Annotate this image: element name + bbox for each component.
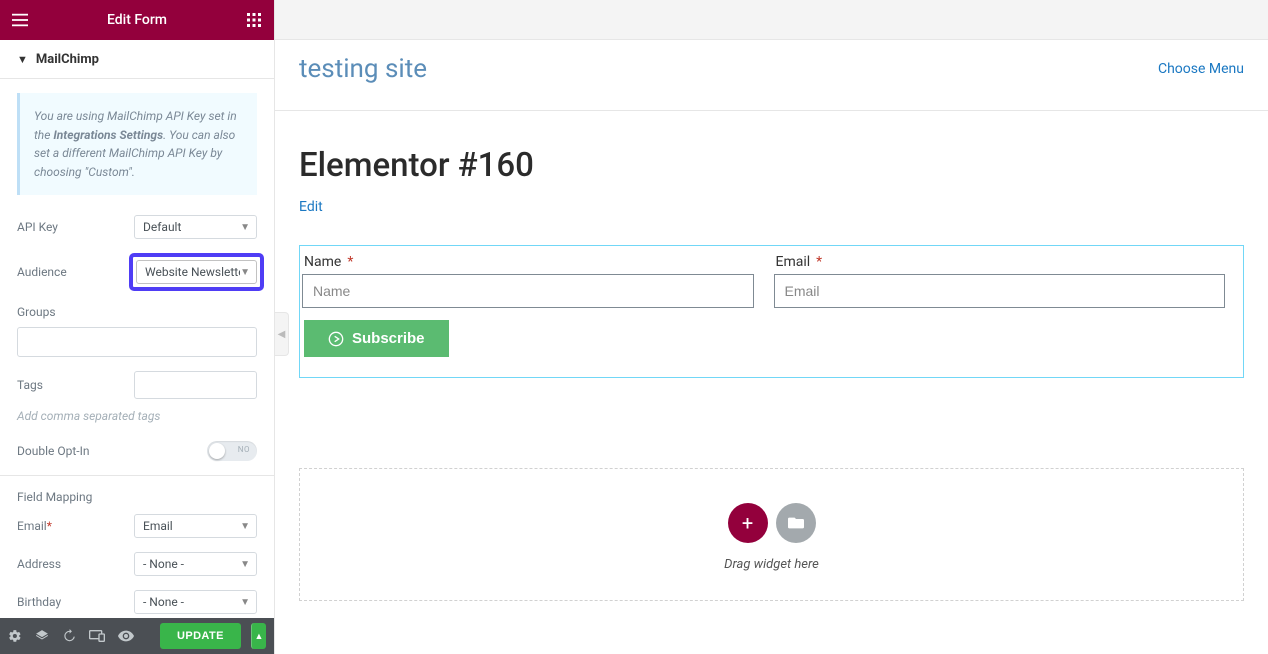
map-email-select[interactable]: Email ▼ xyxy=(134,514,257,538)
site-header: testing site Choose Menu xyxy=(275,40,1268,111)
hamburger-icon[interactable] xyxy=(8,8,32,32)
settings-gear-icon[interactable] xyxy=(8,628,22,644)
required-star: * xyxy=(347,254,353,270)
update-options-button[interactable]: ▲ xyxy=(251,623,266,649)
sidebar-footer: UPDATE ▲ xyxy=(0,618,274,654)
double-optin-toggle[interactable]: NO xyxy=(207,441,257,461)
toggle-off-label: NO xyxy=(238,445,250,454)
form-name-input[interactable] xyxy=(302,274,754,308)
apps-grid-icon[interactable] xyxy=(242,8,266,32)
form-email-input[interactable] xyxy=(774,274,1226,308)
map-email-label: Email* xyxy=(17,519,129,533)
dropzone-hint: Drag widget here xyxy=(300,557,1243,572)
audience-highlight: Website Newslette ▼ xyxy=(129,253,264,291)
audience-select[interactable]: Website Newslette ▼ xyxy=(136,260,257,284)
subscribe-label: Subscribe xyxy=(352,330,425,347)
map-address-select[interactable]: - None - ▼ xyxy=(134,552,257,576)
admin-topbar xyxy=(275,0,1268,40)
api-key-label: API Key xyxy=(17,220,129,234)
form-email-label: Email xyxy=(776,254,811,270)
map-birthday-select[interactable]: - None - ▼ xyxy=(134,590,257,614)
form-name-label: Name xyxy=(304,254,341,270)
audience-value: Website Newslette xyxy=(145,265,240,279)
groups-label: Groups xyxy=(17,305,257,319)
main-canvas: testing site Choose Menu Elementor #160 … xyxy=(275,0,1268,654)
update-button[interactable]: UPDATE xyxy=(160,623,241,649)
sidebar-header: Edit Form xyxy=(0,0,274,40)
template-library-button[interactable] xyxy=(776,503,816,543)
form-widget[interactable]: Name * Email * Subscribe xyxy=(299,245,1244,378)
chevron-down-icon: ▼ xyxy=(240,222,250,233)
site-title[interactable]: testing site xyxy=(299,54,427,84)
groups-input[interactable] xyxy=(17,327,257,357)
field-mapping-heading: Field Mapping xyxy=(17,490,257,504)
page-title: Elementor #160 xyxy=(299,146,1244,185)
map-address-label: Address xyxy=(17,557,129,571)
subscribe-button[interactable]: Subscribe xyxy=(304,320,449,357)
sidebar-title: Edit Form xyxy=(32,12,242,28)
tags-helper: Add comma separated tags xyxy=(17,409,257,423)
double-optin-label: Double Opt-In xyxy=(17,444,129,458)
caret-down-icon: ▼ xyxy=(17,53,28,66)
collapse-sidebar-handle[interactable]: ◀ xyxy=(275,312,289,356)
required-star: * xyxy=(816,254,822,270)
add-section-button[interactable]: + xyxy=(728,503,768,543)
api-key-value: Default xyxy=(143,220,181,234)
chevron-down-icon: ▼ xyxy=(240,521,250,532)
responsive-icon[interactable] xyxy=(89,628,105,644)
sidebar: Edit Form ▼ MailChimp You are using Mail… xyxy=(0,0,275,654)
tags-input[interactable] xyxy=(134,371,257,399)
choose-menu-link[interactable]: Choose Menu xyxy=(1158,61,1244,77)
chevron-down-icon: ▼ xyxy=(240,597,250,608)
api-key-select[interactable]: Default ▼ xyxy=(134,215,257,239)
chevron-down-icon: ▼ xyxy=(240,559,250,570)
map-birthday-label: Birthday xyxy=(17,595,129,609)
section-mailchimp[interactable]: ▼ MailChimp xyxy=(0,40,274,79)
history-icon[interactable] xyxy=(62,628,76,644)
edit-link[interactable]: Edit xyxy=(299,199,323,215)
preview-eye-icon[interactable] xyxy=(118,628,134,644)
audience-label: Audience xyxy=(17,265,129,279)
layers-icon[interactable] xyxy=(35,628,49,644)
widget-dropzone[interactable]: + Drag widget here xyxy=(299,468,1244,601)
chevron-down-icon: ▼ xyxy=(240,267,250,278)
info-notice: You are using MailChimp API Key set in t… xyxy=(17,93,257,195)
tags-label: Tags xyxy=(17,378,129,392)
section-label: MailChimp xyxy=(36,52,99,67)
